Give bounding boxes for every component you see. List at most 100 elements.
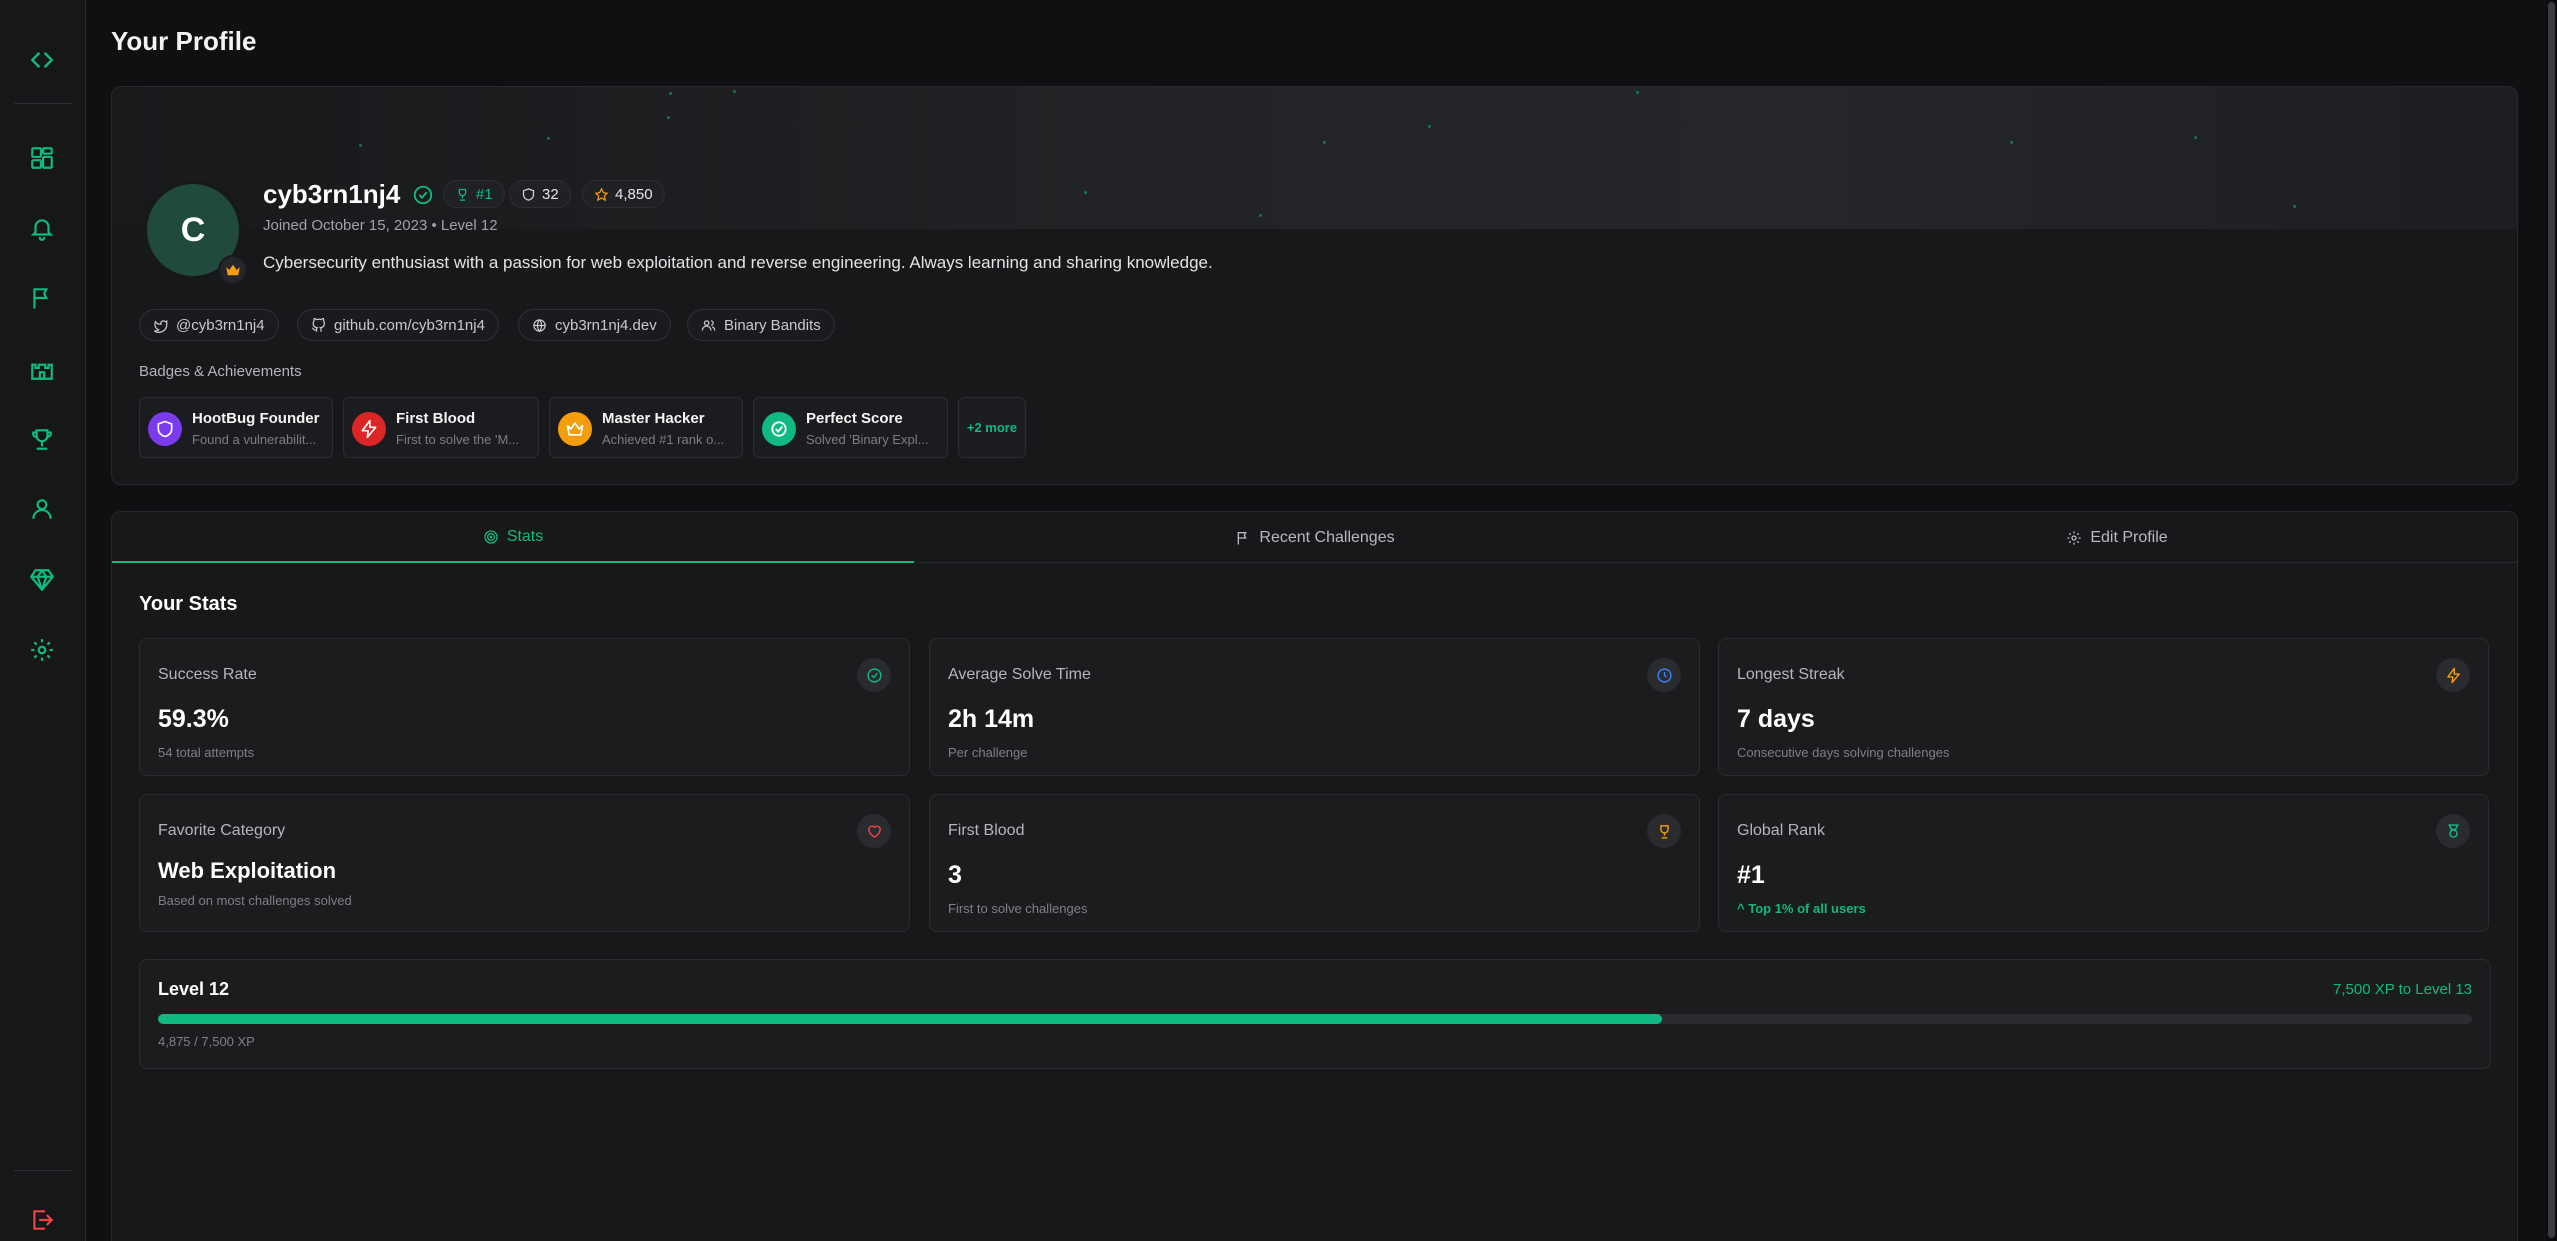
twitter-link[interactable]: @cyb3rn1nj4	[139, 309, 279, 341]
stat-value: 2h 14m	[948, 705, 1035, 733]
medal-icon	[2436, 814, 2470, 848]
user-icon[interactable]	[23, 490, 61, 528]
gear-icon	[2067, 530, 2081, 545]
badge-desc: Found a vulnerabilit...	[192, 432, 317, 447]
badge-name: First Blood	[396, 410, 476, 427]
points-value: 4,850	[615, 185, 653, 203]
stat-card-global-rank: Global Rank #1 ^ Top 1% of all users	[1718, 794, 2489, 932]
badge-master-hacker[interactable]: Master Hacker Achieved #1 rank o...	[549, 397, 743, 458]
level-progress-fill	[158, 1014, 1663, 1024]
stat-sub: First to solve challenges	[948, 901, 1088, 916]
badge-first-blood[interactable]: First Blood First to solve the 'M...	[343, 397, 539, 458]
stat-label: Global Rank	[1737, 822, 1826, 839]
clock-icon	[1647, 658, 1681, 692]
profile-card: C cyb3rn1nj4 #1 32 4,850 Joined October …	[111, 86, 2518, 485]
stat-label: Success Rate	[158, 666, 257, 683]
badge-name: Perfect Score	[806, 410, 903, 427]
gear-icon[interactable]	[23, 631, 61, 669]
twitter-icon	[153, 319, 168, 333]
badge-name: Master Hacker	[602, 410, 705, 427]
github-icon	[311, 317, 325, 332]
github-handle: github.com/cyb3rn1nj4	[334, 316, 485, 334]
points-pill: 4,850	[582, 180, 665, 208]
check-icon	[762, 412, 796, 446]
sidebar-divider	[14, 103, 72, 104]
target-icon	[484, 529, 498, 544]
tab-label: Recent Challenges	[1259, 528, 1395, 546]
stat-label: Average Solve Time	[948, 666, 1091, 683]
level-title: Level 12	[158, 979, 230, 999]
crown-icon	[218, 255, 248, 285]
stat-sub: Based on most challenges solved	[158, 893, 352, 908]
tab-edit-profile[interactable]: Edit Profile	[1716, 512, 2518, 563]
trophy-icon	[1647, 814, 1681, 848]
logout-icon[interactable]	[23, 1201, 61, 1239]
stat-label: Favorite Category	[158, 822, 286, 839]
users-icon	[701, 319, 716, 331]
solved-pill: 32	[509, 180, 571, 208]
level-card: Level 12 7,500 XP to Level 13 4,875 / 7,…	[139, 959, 2491, 1069]
stat-sub: Per challenge	[948, 745, 1028, 760]
stat-value: 7 days	[1737, 705, 1815, 733]
tab-recent-challenges[interactable]: Recent Challenges	[914, 512, 1716, 563]
bolt-icon	[352, 412, 386, 446]
rank-value: #1	[476, 185, 493, 203]
twitter-handle: @cyb3rn1nj4	[176, 316, 265, 334]
page-title: Your Profile	[111, 26, 257, 56]
username: cyb3rn1nj4	[263, 179, 401, 209]
stat-label: First Blood	[948, 822, 1025, 839]
team-name: Binary Bandits	[724, 316, 821, 334]
scrollbar[interactable]	[2546, 0, 2557, 1241]
badge-hootbug-founder[interactable]: HootBug Founder Found a vulnerabilit...	[139, 397, 333, 458]
stat-value: 3	[948, 861, 962, 889]
code-icon[interactable]	[23, 41, 61, 79]
stat-sub: 54 total attempts	[158, 745, 255, 760]
stats-panel: Stats Recent Challenges Edit Profile You…	[111, 511, 2518, 1241]
bolt-icon	[2436, 658, 2470, 692]
globe-icon	[533, 318, 546, 332]
stat-value: 59.3%	[158, 705, 229, 733]
website-link[interactable]: cyb3rn1nj4.dev	[518, 309, 671, 341]
more-badges-button[interactable]: +2 more	[958, 397, 1026, 458]
stat-card-favorite-category: Favorite Category Web Exploitation Based…	[139, 794, 910, 932]
stat-value: #1	[1737, 861, 1765, 889]
badge-desc: Solved 'Binary Expl...	[806, 432, 929, 447]
flag-icon	[1238, 531, 1248, 545]
crown-icon	[558, 412, 592, 446]
badge-name: HootBug Founder	[192, 410, 320, 427]
heart-icon	[857, 814, 891, 848]
star-icon	[594, 186, 609, 201]
stat-sub-trend: ^ Top 1% of all users	[1737, 901, 1866, 916]
gem-icon[interactable]	[23, 561, 61, 599]
team-link[interactable]: Binary Bandits	[687, 309, 835, 341]
stat-card-longest-streak: Longest Streak 7 days Consecutive days s…	[1718, 638, 2489, 776]
badge-perfect-score[interactable]: Perfect Score Solved 'Binary Expl...	[753, 397, 948, 458]
github-link[interactable]: github.com/cyb3rn1nj4	[297, 309, 499, 341]
badge-desc: First to solve the 'M...	[396, 432, 520, 447]
tab-stats[interactable]: Stats	[112, 512, 914, 563]
level-xp: 4,875 / 7,500 XP	[158, 1034, 255, 1049]
trophy-icon	[458, 188, 467, 201]
dashboard-icon[interactable]	[23, 139, 61, 177]
shield-count: 32	[542, 185, 559, 203]
verified-icon	[413, 185, 433, 205]
check-circle-icon	[857, 658, 891, 692]
scrollbar-thumb[interactable]	[2548, 2, 2555, 1238]
level-progress-track	[158, 1014, 2472, 1024]
joined-text: Joined October 15, 2023 • Level 12	[263, 217, 498, 234]
stat-sub: Top 1% of all users	[1748, 901, 1866, 916]
bell-icon[interactable]	[23, 209, 61, 247]
tab-label: Edit Profile	[2090, 528, 2168, 546]
shield-icon	[148, 412, 182, 446]
badges-title: Badges & Achievements	[139, 363, 302, 380]
tab-bar: Stats Recent Challenges Edit Profile	[112, 512, 2517, 563]
castle-icon[interactable]	[23, 350, 61, 388]
trophy-icon[interactable]	[23, 420, 61, 458]
sidebar	[0, 0, 86, 1241]
flag-icon[interactable]	[23, 279, 61, 317]
sidebar-divider	[14, 1170, 72, 1171]
stat-card-success-rate: Success Rate 59.3% 54 total attempts	[139, 638, 910, 776]
website-url: cyb3rn1nj4.dev	[555, 316, 657, 334]
rank-pill: #1	[443, 180, 505, 208]
stats-title: Your Stats	[139, 593, 238, 615]
